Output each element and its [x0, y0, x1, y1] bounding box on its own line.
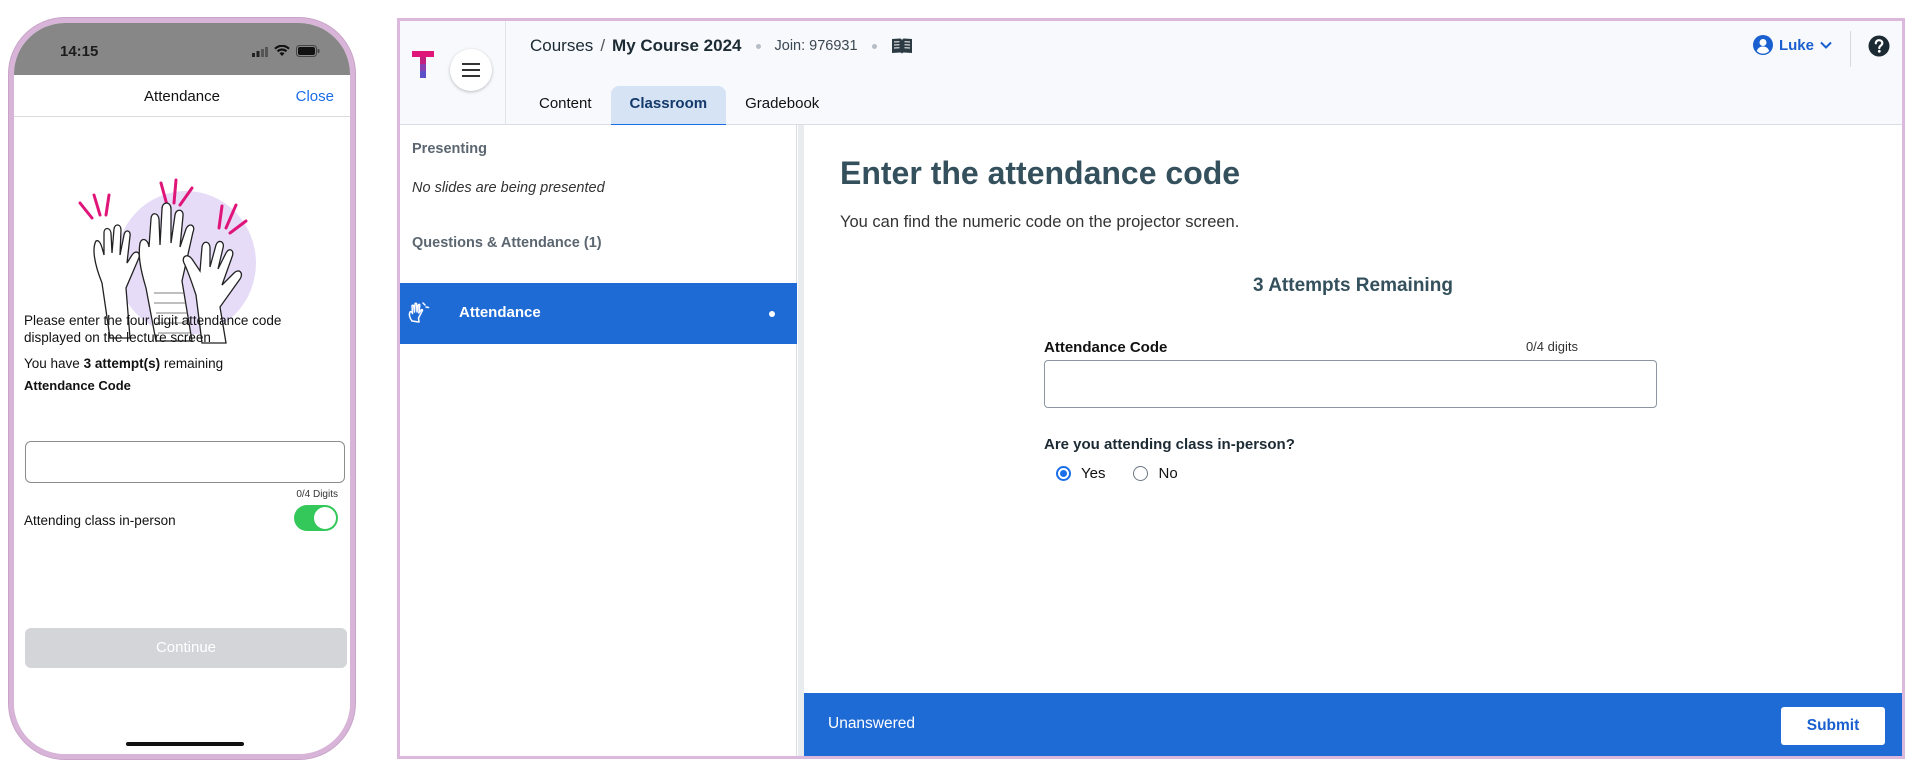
attendance-code-input[interactable]	[1044, 360, 1657, 408]
continue-button[interactable]: Continue	[25, 628, 347, 668]
sidebar-item-attendance[interactable]: Attendance	[400, 283, 797, 344]
radio-no-circle[interactable]	[1133, 466, 1149, 481]
battery-icon	[296, 45, 320, 57]
breadcrumb-current-course: My Course 2024	[612, 36, 742, 55]
digits-counter: 0/4 digits	[1525, 339, 1578, 354]
help-icon[interactable]	[1868, 35, 1890, 57]
radio-no[interactable]: No	[1133, 465, 1178, 482]
in-person-question: Are you attending class in-person?	[1044, 436, 1295, 453]
web-app-window: Courses / My Course 2024 Join: 976931 Co…	[397, 18, 1905, 759]
attendance-instructions: Please enter the four digit attendance c…	[24, 313, 282, 345]
attempts-remaining: You have 3 attempt(s) remaining	[24, 356, 224, 371]
home-indicator	[126, 742, 244, 746]
active-indicator-dot	[769, 311, 775, 317]
separator-dot	[871, 43, 877, 49]
tab-gradebook[interactable]: Gradebook	[726, 86, 838, 126]
tab-content[interactable]: Content	[520, 86, 611, 126]
page-subtitle: You can find the numeric code on the pro…	[840, 213, 1240, 231]
course-tabs: Content Classroom Gradebook	[520, 86, 838, 126]
radio-no-label: No	[1158, 465, 1178, 482]
user-avatar-icon	[1752, 35, 1773, 55]
user-menu[interactable]: Luke	[1752, 35, 1832, 55]
cellular-signal-icon	[252, 46, 268, 57]
sheet-header: Attendance Close	[14, 75, 350, 117]
attendance-panel: Enter the attendance code You can find t…	[798, 125, 1902, 756]
breadcrumb-separator: /	[600, 36, 606, 55]
sidebar-item-label: Attendance	[459, 304, 541, 321]
digits-counter: 0/4 Digits	[296, 489, 338, 500]
questions-attendance-heading: Questions & Attendance (1)	[412, 235, 602, 251]
attempts-remaining: 3 Attempts Remaining	[1253, 275, 1453, 296]
presenting-heading: Presenting	[412, 141, 487, 157]
join-code: Join: 976931	[774, 38, 858, 54]
in-person-toggle[interactable]	[294, 505, 338, 531]
radio-yes-circle[interactable]	[1056, 466, 1071, 481]
close-button[interactable]: Close	[296, 88, 334, 105]
classroom-sidebar: Presenting No slides are being presented…	[400, 125, 797, 756]
top-bar: Courses / My Course 2024 Join: 976931 Co…	[400, 21, 1902, 126]
answer-footer: Unanswered Submit	[804, 693, 1902, 756]
tab-classroom[interactable]: Classroom	[610, 86, 727, 126]
breadcrumb: Courses / My Course 2024 Join: 976931	[530, 36, 913, 56]
submit-button[interactable]: Submit	[1781, 707, 1885, 745]
radio-yes[interactable]: Yes	[1056, 465, 1105, 482]
page-title: Enter the attendance code	[840, 155, 1241, 191]
attendance-code-input[interactable]	[25, 441, 345, 483]
mobile-device: 14:15 Attendance Close Please enter the …	[9, 18, 355, 759]
attendance-code-label: Attendance Code	[1044, 339, 1168, 356]
presenting-empty-message: No slides are being presented	[412, 180, 605, 196]
menu-button[interactable]	[450, 49, 492, 91]
in-person-label: Attending class in-person	[24, 513, 176, 528]
status-time: 14:15	[60, 43, 99, 60]
wifi-icon	[274, 45, 290, 56]
separator-dot	[755, 43, 761, 49]
hamburger-icon	[462, 63, 480, 77]
app-logo-icon	[412, 51, 434, 78]
in-person-radio-group: Yes No	[1056, 465, 1178, 482]
open-book-icon[interactable]	[891, 37, 913, 55]
attendance-code-label: Attendance Code	[24, 378, 131, 393]
chevron-down-icon	[1820, 41, 1832, 49]
status-bar: 14:15	[14, 23, 350, 75]
answer-status: Unanswered	[828, 715, 916, 732]
raised-hand-icon	[408, 302, 430, 323]
radio-yes-label: Yes	[1081, 465, 1106, 482]
user-name: Luke	[1778, 36, 1814, 54]
breadcrumb-courses-link[interactable]: Courses	[530, 36, 593, 56]
